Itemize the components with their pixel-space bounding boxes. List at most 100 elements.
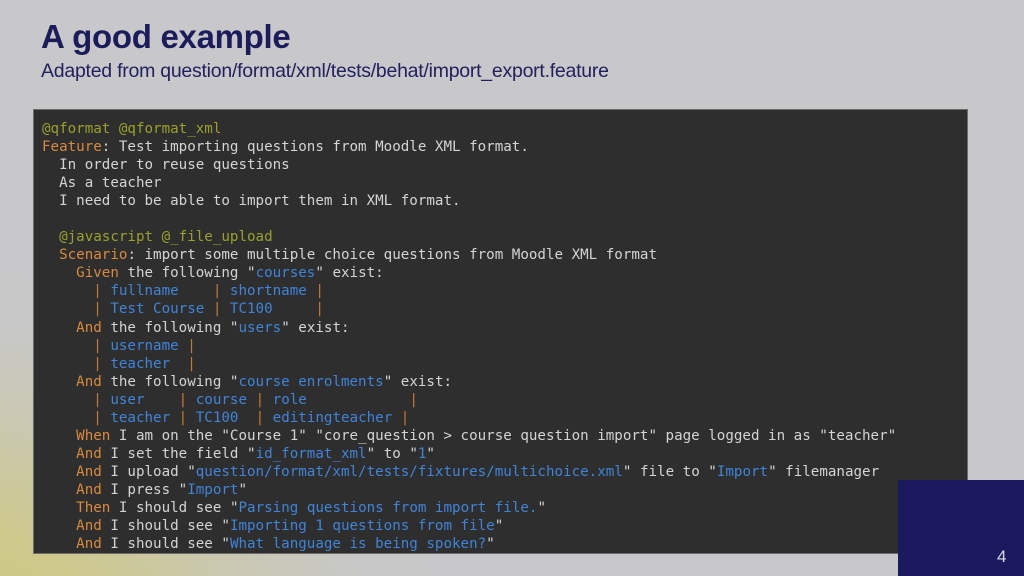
code-token-string: Import xyxy=(716,463,769,480)
code-token-cell: role xyxy=(264,391,410,408)
code-token-string: courses xyxy=(255,265,316,282)
code-token-plain: I should see xyxy=(101,536,222,553)
code-token-cell: course xyxy=(187,391,256,408)
code-token-quote: " xyxy=(187,463,196,480)
code-line: | teacher | TC100 | editingteacher | xyxy=(42,409,967,427)
code-token-tag: @javascript @_file_upload xyxy=(59,229,273,246)
code-token-cell: TC100 xyxy=(221,301,316,318)
code-token-pipe: | xyxy=(409,391,418,408)
code-token-pipe: | xyxy=(187,355,196,372)
code-token-quote: " xyxy=(221,536,230,553)
code-token-plain: exist: xyxy=(323,265,384,282)
code-token-quote: " xyxy=(247,445,256,462)
code-token-quote: " xyxy=(383,373,393,390)
code-line: Feature: Test importing questions from M… xyxy=(42,138,967,156)
code-token-pipe: | xyxy=(93,301,102,318)
code-token-tag: @qformat @qformat_xml xyxy=(42,121,222,137)
code-token-plain: the following xyxy=(101,373,230,390)
code-token-cell: teacher xyxy=(101,409,179,426)
code-token-pipe: | xyxy=(93,391,102,408)
code-line: @qformat @qformat_xml xyxy=(42,120,967,138)
code-token-pipe: | xyxy=(400,409,410,426)
code-token-pipe: | xyxy=(93,337,102,354)
code-token-plain: : Test importing questions from Moodle X… xyxy=(101,139,529,156)
code-line: And I press "Import" xyxy=(42,481,967,499)
code-line: Then I should see "Parsing questions fro… xyxy=(42,499,967,517)
code-token-plain: I should see xyxy=(101,518,222,535)
code-token-string: id_format_xml xyxy=(255,445,367,462)
page-number: 4 xyxy=(997,547,1007,566)
code-token-step: And xyxy=(76,518,102,535)
code-line: I need to be able to import them in XML … xyxy=(42,192,967,210)
code-token-pipe: | xyxy=(315,301,324,318)
code-token-pipe: | xyxy=(255,409,265,426)
code-block: @qformat @qformat_xml Feature: Test impor… xyxy=(34,110,967,553)
code-token-plain: the following xyxy=(118,265,248,282)
code-token-step: And xyxy=(76,536,102,553)
code-token-string: Importing 1 questions from file xyxy=(229,518,495,535)
code-token-step: Then xyxy=(76,499,111,516)
code-token-string: Parsing questions from import file. xyxy=(238,499,538,516)
code-token-quote: " xyxy=(315,265,324,282)
code-token-quote: " xyxy=(366,445,376,462)
code-token-plain: I upload xyxy=(101,463,188,480)
code-token-plain: : import some multiple choice questions … xyxy=(127,247,658,264)
slide-heading: A good example Adapted from question/for… xyxy=(41,18,941,84)
code-token-keyword: Feature xyxy=(42,139,102,156)
code-token-cell: TC100 xyxy=(187,409,256,426)
slide: A good example Adapted from question/for… xyxy=(0,0,1024,576)
code-line: @javascript @_file_upload xyxy=(42,228,967,246)
code-token-quote: " xyxy=(409,445,418,462)
code-token-cell: Test Course xyxy=(101,301,213,318)
code-token-plain: As a teacher xyxy=(59,175,162,192)
code-token-plain: exist: xyxy=(289,319,350,336)
code-token-plain: filemanager xyxy=(776,463,880,480)
code-token-quote: " xyxy=(178,481,188,498)
code-line: Given the following "courses" exist: xyxy=(42,264,967,282)
code-token-string: Import xyxy=(187,481,239,498)
code-token-plain: the following xyxy=(101,319,230,336)
code-token-plain: I should see xyxy=(110,499,230,516)
code-token-cell: teacher xyxy=(101,355,188,372)
code-token-cell: fullname xyxy=(101,283,213,300)
code-token-step: When xyxy=(76,427,111,444)
code-token-quote: " xyxy=(221,518,230,535)
code-line: | Test Course | TC100 | xyxy=(42,300,967,318)
code-token-pipe: | xyxy=(315,283,324,300)
code-token-pipe: | xyxy=(255,391,265,408)
code-token-plain: In order to reuse questions xyxy=(59,157,290,174)
code-token-step: And xyxy=(76,319,102,336)
code-token-quote: " xyxy=(281,319,290,336)
page-title: A good example xyxy=(41,18,291,55)
code-token-pipe: | xyxy=(93,355,102,372)
code-token-plain: I am on the "Course 1" "core_question > … xyxy=(110,427,897,444)
code-token-plain: I need to be able to import them in XML … xyxy=(59,193,461,210)
code-token-pipe: | xyxy=(93,283,102,300)
code-line: And the following "course enrolments" ex… xyxy=(42,373,967,391)
code-token-pipe: | xyxy=(178,409,188,426)
code-line: And I should see "Importing 1 questions … xyxy=(42,517,967,535)
code-line: And I should see "What language is being… xyxy=(42,535,967,553)
code-token-quote: " xyxy=(537,499,546,516)
code-token-plain: I set the field xyxy=(101,445,248,462)
code-token-step: And xyxy=(76,481,102,498)
code-line: And I set the field "id_format_xml" to "… xyxy=(42,445,967,463)
code-token-string: What language is being spoken? xyxy=(229,536,487,553)
code-line: | teacher | xyxy=(42,355,967,373)
code-token-step: And xyxy=(76,373,102,390)
code-token-step: And xyxy=(76,445,102,462)
